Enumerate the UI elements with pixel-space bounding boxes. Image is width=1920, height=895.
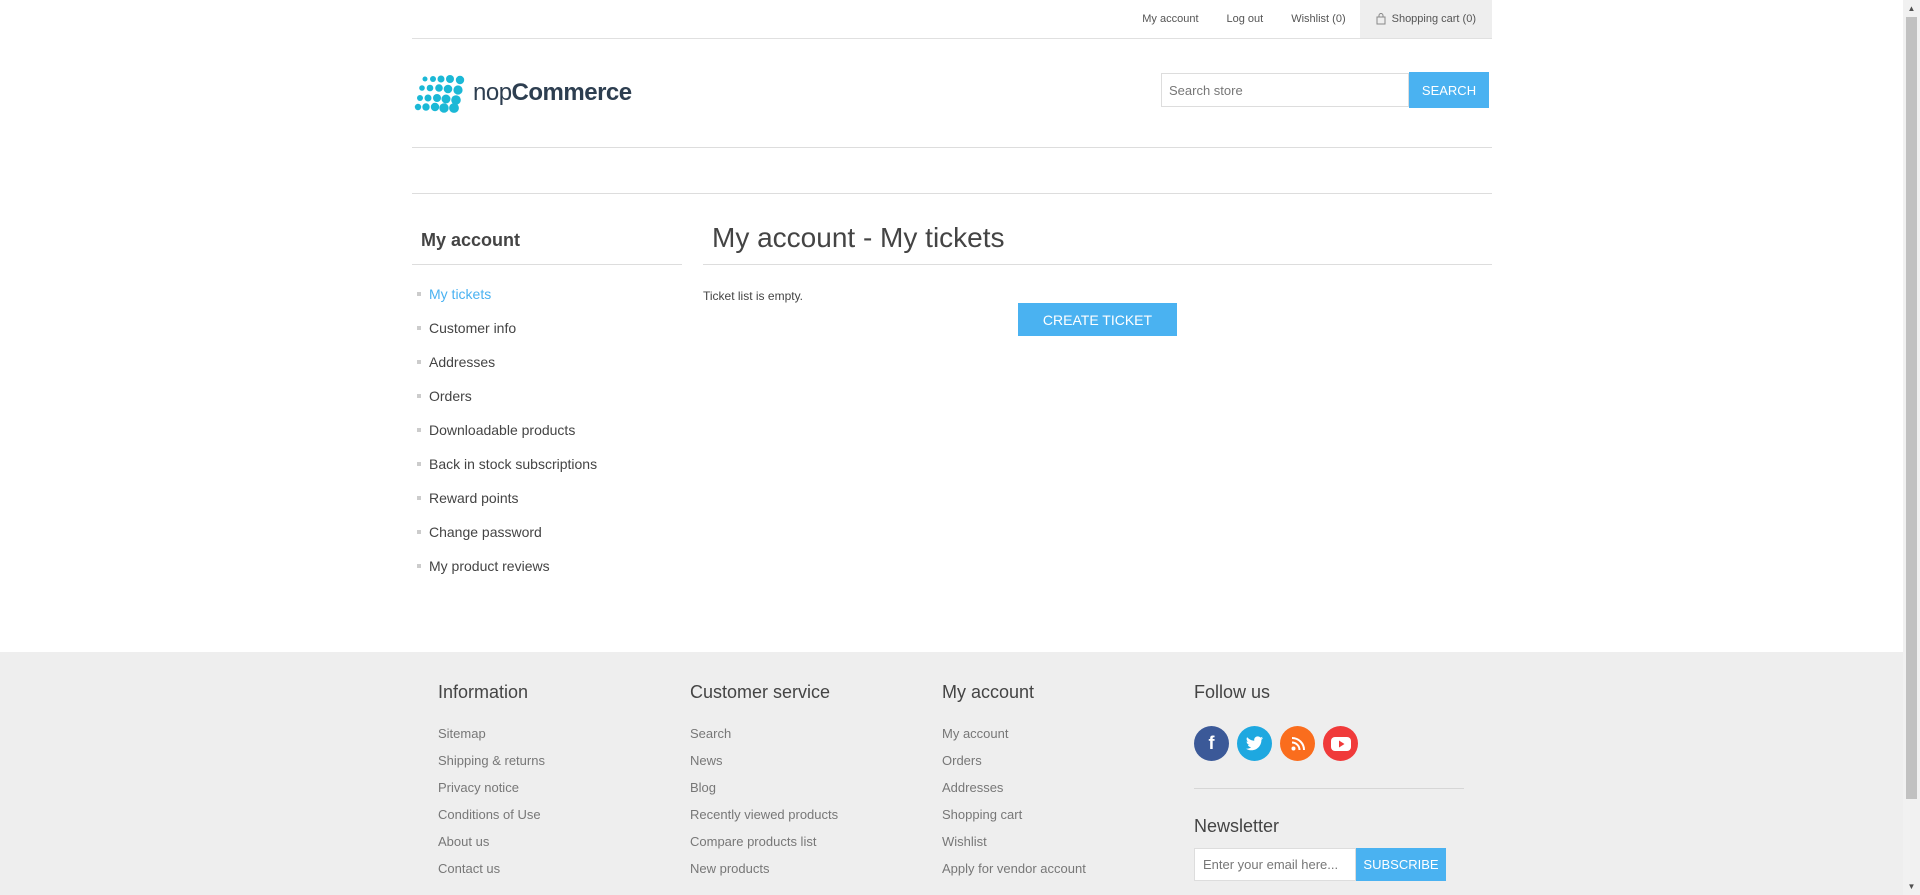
sidebar-item-orders[interactable]: Orders — [412, 379, 597, 413]
create-ticket-button[interactable]: CREATE TICKET — [1018, 303, 1177, 336]
twitter-icon[interactable] — [1237, 726, 1272, 761]
footer-link[interactable]: Sitemap — [438, 726, 545, 753]
scrollbar-thumb[interactable] — [1906, 17, 1917, 799]
search-box: SEARCH — [1161, 72, 1489, 108]
bullet-icon — [417, 394, 421, 398]
bullet-icon — [417, 326, 421, 330]
vertical-scrollbar[interactable]: ▲ ▼ — [1903, 0, 1920, 895]
social-icons: f — [1194, 726, 1464, 761]
footer-link[interactable]: Shopping cart — [942, 807, 1086, 834]
sidebar-item-downloadable-products[interactable]: Downloadable products — [412, 413, 597, 447]
sidebar-item-label: Customer info — [429, 320, 517, 336]
sidebar-item-addresses[interactable]: Addresses — [412, 345, 597, 379]
footer-link[interactable]: Orders — [942, 753, 1086, 780]
bullet-icon — [417, 462, 421, 466]
subscribe-button[interactable]: SUBSCRIBE — [1356, 848, 1446, 881]
header-divider — [412, 147, 1492, 148]
sidebar-item-label: Downloadable products — [429, 422, 576, 438]
newsletter-form: SUBSCRIBE — [1194, 848, 1464, 881]
header-link-my-account[interactable]: My account — [1128, 0, 1212, 38]
scroll-up-arrow-icon[interactable]: ▲ — [1903, 0, 1920, 17]
footer-heading: Customer service — [690, 682, 831, 702]
shopping-cart-label: Shopping cart (0) — [1391, 13, 1476, 25]
search-button[interactable]: SEARCH — [1409, 72, 1489, 108]
footer-column-my-account: My account My account Orders Addresses S… — [942, 682, 1086, 888]
footer-link[interactable]: News — [690, 753, 838, 780]
logo-text-part2: Commerce — [511, 79, 633, 106]
footer-link[interactable]: Wishlist — [942, 834, 1086, 861]
footer-link[interactable]: Contact us — [438, 861, 545, 888]
footer-column-follow-us: Follow us f Newsletter SUBSCRIBE — [1194, 682, 1464, 881]
shopping-bag-icon — [1376, 13, 1386, 25]
search-input[interactable] — [1161, 73, 1409, 107]
sidebar-item-label: Orders — [429, 388, 472, 404]
footer-heading: Information — [438, 682, 529, 702]
sidebar-title: My account — [421, 230, 521, 250]
sidebar-item-label: Change password — [429, 524, 542, 540]
footer-link[interactable]: New products — [690, 861, 838, 888]
footer-link[interactable]: Search — [690, 726, 838, 753]
sidebar-item-label: Reward points — [429, 490, 519, 506]
footer-column-information: Information Sitemap Shipping & returns P… — [438, 682, 545, 888]
sidebar-item-change-password[interactable]: Change password — [412, 515, 597, 549]
sidebar-title-block: My account — [412, 228, 682, 265]
scroll-down-arrow-icon[interactable]: ▼ — [1903, 878, 1920, 895]
facebook-icon[interactable]: f — [1194, 726, 1229, 761]
logo-text-part1: nop — [473, 79, 512, 106]
page-title-block: My account - My tickets — [703, 218, 1492, 265]
menu-divider — [412, 193, 1492, 194]
dots-logo-icon — [414, 75, 465, 113]
header-links-bar: My account Log out Wishlist (0) Shopping… — [412, 0, 1492, 39]
logo-wordmark: nopCommerce — [473, 79, 632, 107]
sidebar-item-product-reviews[interactable]: My product reviews — [412, 549, 597, 583]
header-link-logout[interactable]: Log out — [1213, 0, 1278, 38]
bullet-icon — [417, 496, 421, 500]
sidebar-item-back-in-stock[interactable]: Back in stock subscriptions — [412, 447, 597, 481]
footer-link[interactable]: Shipping & returns — [438, 753, 545, 780]
newsletter-heading: Newsletter — [1194, 816, 1280, 836]
sidebar-item-reward-points[interactable]: Reward points — [412, 481, 597, 515]
sidebar-item-label: Back in stock subscriptions — [429, 456, 598, 472]
sidebar-item-label: My product reviews — [429, 558, 550, 574]
footer-column-customer-service: Customer service Search News Blog Recent… — [690, 682, 838, 888]
footer-link[interactable]: Apply for vendor account — [942, 861, 1086, 888]
sidebar-nav: My tickets Customer info Addresses Order… — [412, 277, 597, 583]
store-logo[interactable]: nopCommerce — [414, 72, 636, 114]
header-link-wishlist[interactable]: Wishlist (0) — [1277, 0, 1359, 38]
bullet-icon — [417, 292, 421, 296]
sidebar-item-customer-info[interactable]: Customer info — [412, 311, 597, 345]
empty-ticket-message: Ticket list is empty. — [703, 289, 804, 303]
bullet-icon — [417, 564, 421, 568]
header-link-shopping-cart[interactable]: Shopping cart (0) — [1359, 0, 1492, 38]
page: My account Log out Wishlist (0) Shopping… — [0, 0, 1903, 895]
footer-link[interactable]: Addresses — [942, 780, 1086, 807]
footer: Information Sitemap Shipping & returns P… — [0, 652, 1903, 895]
bullet-icon — [417, 428, 421, 432]
bullet-icon — [417, 530, 421, 534]
footer-link[interactable]: Conditions of Use — [438, 807, 545, 834]
sidebar-item-my-tickets[interactable]: My tickets — [412, 277, 597, 311]
youtube-icon[interactable] — [1323, 726, 1358, 761]
rss-icon[interactable] — [1280, 726, 1315, 761]
footer-link[interactable]: Recently viewed products — [690, 807, 838, 834]
sidebar-item-label: My tickets — [429, 286, 492, 302]
newsletter-email-input[interactable] — [1194, 848, 1356, 881]
page-title: My account - My tickets — [712, 222, 1005, 253]
sidebar-item-label: Addresses — [429, 354, 496, 370]
footer-link[interactable]: Privacy notice — [438, 780, 545, 807]
footer-link[interactable]: Compare products list — [690, 834, 838, 861]
footer-link[interactable]: About us — [438, 834, 545, 861]
follow-divider — [1194, 788, 1464, 789]
bullet-icon — [417, 360, 421, 364]
footer-link[interactable]: My account — [942, 726, 1086, 753]
footer-heading: Follow us — [1194, 682, 1271, 702]
footer-heading: My account — [942, 682, 1035, 702]
footer-link[interactable]: Blog — [690, 780, 838, 807]
newsletter-block: Newsletter SUBSCRIBE — [1194, 816, 1464, 881]
